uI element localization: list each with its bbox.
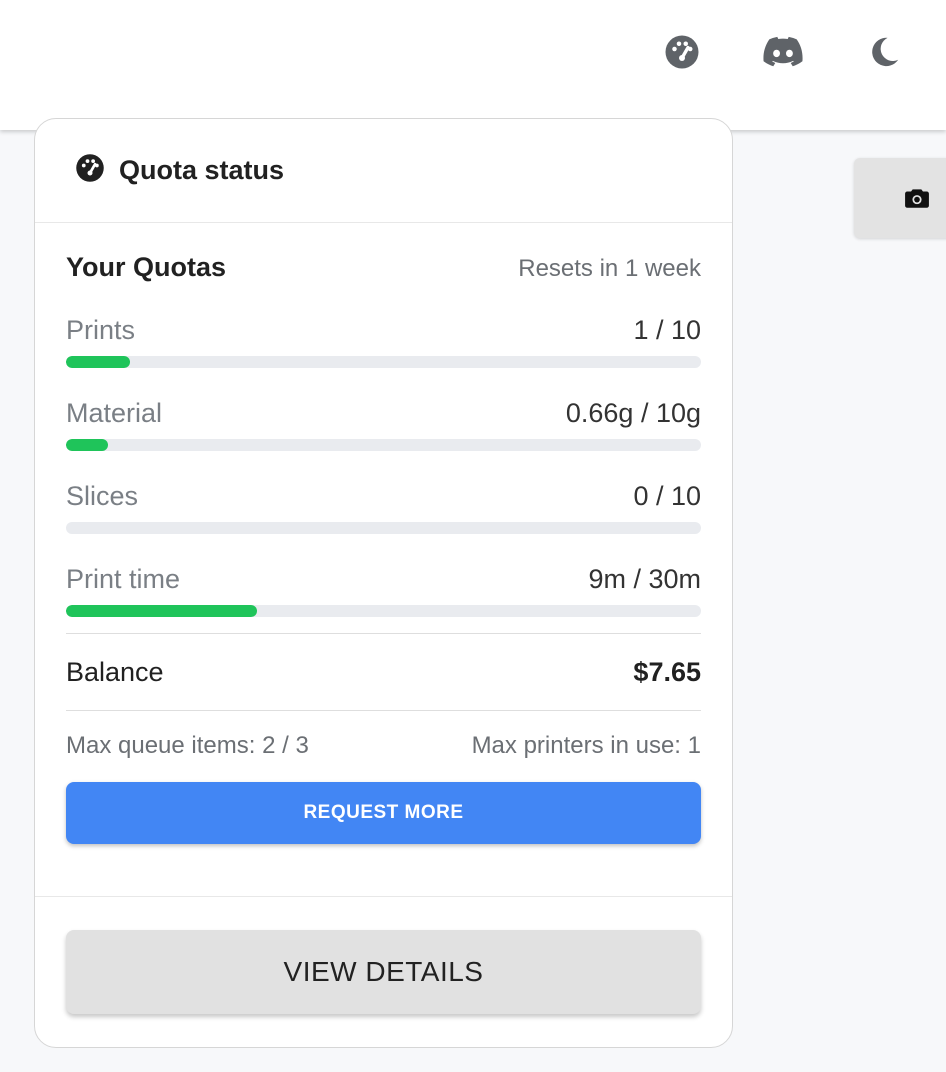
speedometer-icon[interactable] <box>662 32 702 72</box>
view-details-button[interactable]: VIEW DETAILS <box>66 930 701 1014</box>
quota-status-card: Quota status Your Quotas Resets in 1 wee… <box>34 118 733 1048</box>
request-more-button[interactable]: REQUEST MORE <box>66 782 701 844</box>
progress-fill <box>66 439 108 451</box>
balance-value: $7.65 <box>633 656 701 687</box>
quota-print-time: Print time 9m / 30m <box>66 564 701 633</box>
divider <box>66 710 701 711</box>
quota-value: 0.66g / 10g <box>565 398 701 428</box>
balance-row: Balance $7.65 <box>66 634 701 710</box>
progress-track <box>66 439 701 451</box>
progress-track <box>66 605 701 617</box>
quota-prints: Prints 1 / 10 <box>66 315 701 398</box>
balance-label: Balance <box>66 656 164 687</box>
camera-icon <box>904 187 930 214</box>
moon-icon[interactable] <box>864 32 904 72</box>
discord-icon[interactable] <box>763 32 803 72</box>
card-footer: VIEW DETAILS <box>35 896 732 1014</box>
progress-track <box>66 356 701 368</box>
quota-value: 0 / 10 <box>633 481 701 511</box>
quota-label: Print time <box>66 564 181 594</box>
quota-material: Material 0.66g / 10g <box>66 398 701 481</box>
card-header: Quota status <box>35 119 732 223</box>
top-app-bar <box>0 0 946 130</box>
progress-fill <box>66 605 257 617</box>
quota-label: Material <box>66 398 163 428</box>
card-title: Quota status <box>119 155 285 185</box>
progress-track <box>66 522 701 534</box>
speedometer-icon <box>75 153 105 188</box>
max-printers: Max printers in use: 1 <box>471 732 701 759</box>
quota-value: 9m / 30m <box>588 564 701 594</box>
max-queue-items: Max queue items: 2 / 3 <box>66 732 309 759</box>
progress-fill <box>66 356 130 368</box>
camera-tab[interactable] <box>854 158 946 238</box>
quota-label: Slices <box>66 481 139 511</box>
quota-label: Prints <box>66 315 136 345</box>
quota-value: 1 / 10 <box>633 315 701 345</box>
limits-row: Max queue items: 2 / 3 Max printers in u… <box>66 732 701 760</box>
section-title: Your Quotas <box>66 252 227 282</box>
quota-slices: Slices 0 / 10 <box>66 481 701 564</box>
reset-text: Resets in 1 week <box>518 255 701 282</box>
